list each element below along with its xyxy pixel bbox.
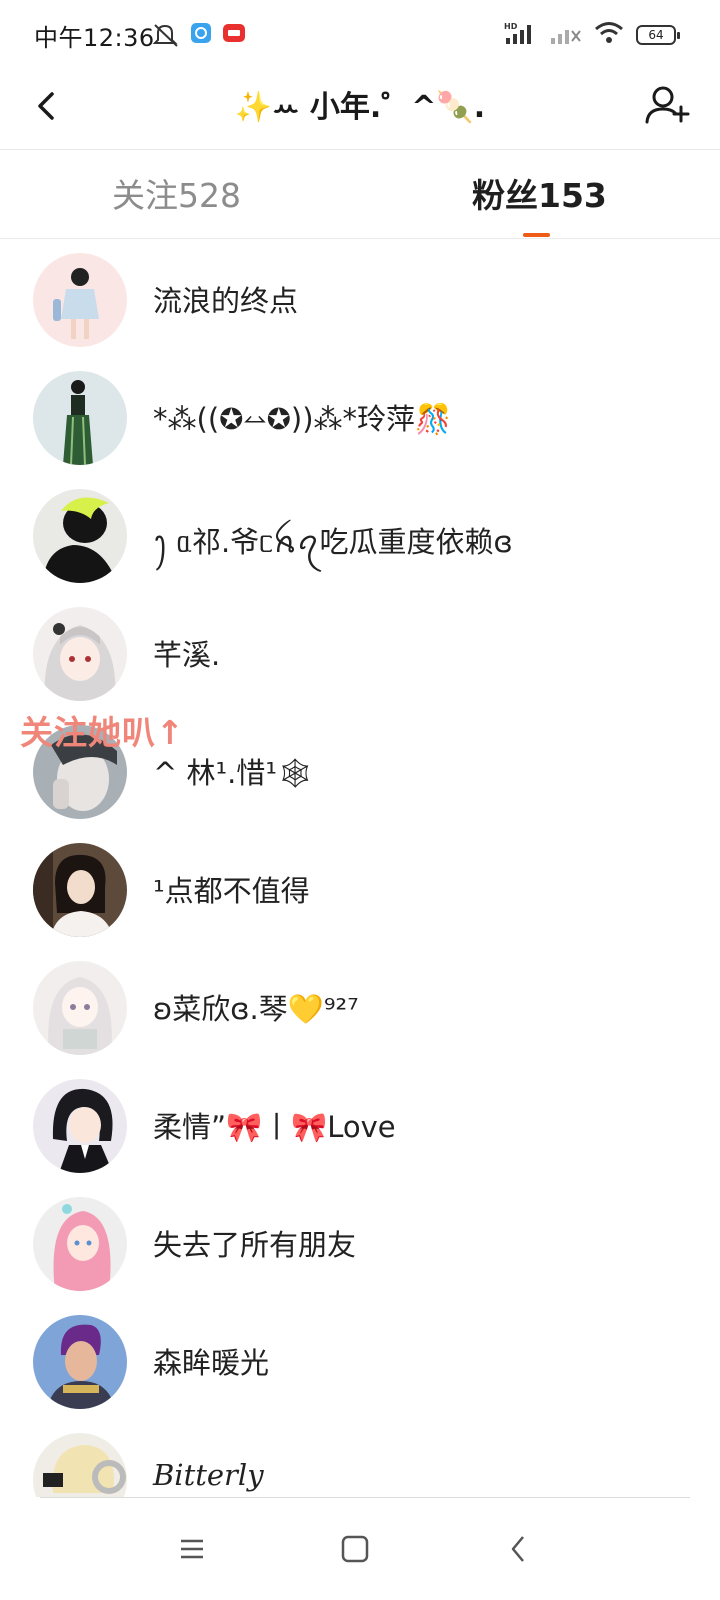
back-triangle-icon xyxy=(511,1536,524,1562)
list-item[interactable]: *⁂((✪⥎✪))⁂*玲萍🎊 xyxy=(0,358,720,478)
avatar[interactable] xyxy=(33,1197,127,1291)
battery-icon: 64 xyxy=(636,25,680,45)
follower-name: ^ 林¹.惜¹🕸 xyxy=(153,756,314,790)
signal-2-icon xyxy=(550,21,582,49)
avatar[interactable] xyxy=(33,961,127,1055)
app-badge-icon xyxy=(222,22,246,48)
add-user-button[interactable] xyxy=(642,80,692,130)
tab-following[interactable]: 关注528 xyxy=(112,169,241,217)
system-back-button[interactable] xyxy=(497,1527,541,1571)
list-item[interactable]: 失去了所有朋友 xyxy=(0,1184,720,1304)
mute-icon xyxy=(152,22,180,52)
menu-button[interactable] xyxy=(170,1527,214,1571)
follow-her-annotation: 关注她叭↑ xyxy=(20,713,185,752)
list-item[interactable]: ʚ菜欣ɞ.琴💛⁹²⁷ xyxy=(0,948,720,1068)
svg-text:HD: HD xyxy=(504,22,518,31)
wifi-icon xyxy=(594,21,624,49)
status-right-icons: HD 64 xyxy=(504,20,680,50)
list-item[interactable]: 芊溪. xyxy=(0,594,720,714)
list-item[interactable]: ¹点都不值得 xyxy=(0,830,720,950)
divider xyxy=(40,1497,690,1498)
system-nav-bar xyxy=(0,1497,720,1600)
home-square-icon xyxy=(341,1535,369,1563)
status-bar: 中午12:36 HD 64 xyxy=(0,0,720,70)
tab-active-indicator xyxy=(523,233,550,237)
follower-name: 森眸暖光 xyxy=(153,1346,270,1380)
avatar[interactable] xyxy=(33,1433,127,1497)
status-time: 中午12:36 xyxy=(34,24,155,52)
list-item[interactable]: 流浪的终点 xyxy=(0,240,720,360)
avatar[interactable] xyxy=(33,371,127,465)
avatar[interactable] xyxy=(33,1315,127,1409)
avatar[interactable] xyxy=(33,489,127,583)
add-user-icon xyxy=(645,86,690,124)
list-item[interactable]: ꫂ ᥲ祁.爷ᥴꫝꪖ吃瓜重度依赖ɞ xyxy=(0,476,720,596)
list-item[interactable]: 柔情”🎀丨🎀Love xyxy=(0,1066,720,1186)
follower-name: ꫂ ᥲ祁.爷ᥴꫝꪖ吃瓜重度依赖ɞ xyxy=(153,525,513,559)
follower-name: 流浪的终点 xyxy=(153,284,299,318)
avatar[interactable] xyxy=(33,1079,127,1173)
avatar[interactable] xyxy=(33,607,127,701)
follower-name: ¹点都不值得 xyxy=(153,874,310,908)
follower-name: *⁂((✪⥎✪))⁂*玲萍🎊 xyxy=(153,402,452,436)
list-item[interactable]: Bitterly xyxy=(0,1420,720,1497)
signal-icon: HD xyxy=(504,21,538,49)
follow-tabs: 关注528 粉丝153 xyxy=(0,151,720,239)
header: ✨ꕀ 小年.゜^🍡. xyxy=(0,70,720,150)
follower-name: 柔情”🎀丨🎀Love xyxy=(153,1110,396,1144)
follower-name: 失去了所有朋友 xyxy=(153,1228,357,1262)
avatar[interactable] xyxy=(33,253,127,347)
list-item[interactable]: 森眸暖光 xyxy=(0,1302,720,1422)
tab-fans[interactable]: 粉丝153 xyxy=(472,169,607,217)
back-button[interactable] xyxy=(26,84,70,128)
home-button[interactable] xyxy=(333,1527,377,1571)
app-notification-icon xyxy=(190,22,212,48)
page-title: ✨ꕀ 小年.゜^🍡. xyxy=(234,90,486,125)
follower-name: Bitterly xyxy=(153,1458,264,1492)
menu-icon xyxy=(181,1539,203,1559)
follower-list[interactable]: 流浪的终点 *⁂((✪⥎✪))⁂*玲萍🎊 ꫂ ᥲ祁.爷ᥴꫝꪖ吃瓜重度依赖ɞ 芊溪… xyxy=(0,240,720,1497)
follower-name: ʚ菜欣ɞ.琴💛⁹²⁷ xyxy=(153,992,359,1026)
follower-name: 芊溪. xyxy=(153,638,221,672)
avatar[interactable] xyxy=(33,843,127,937)
chevron-left-icon xyxy=(38,92,54,120)
